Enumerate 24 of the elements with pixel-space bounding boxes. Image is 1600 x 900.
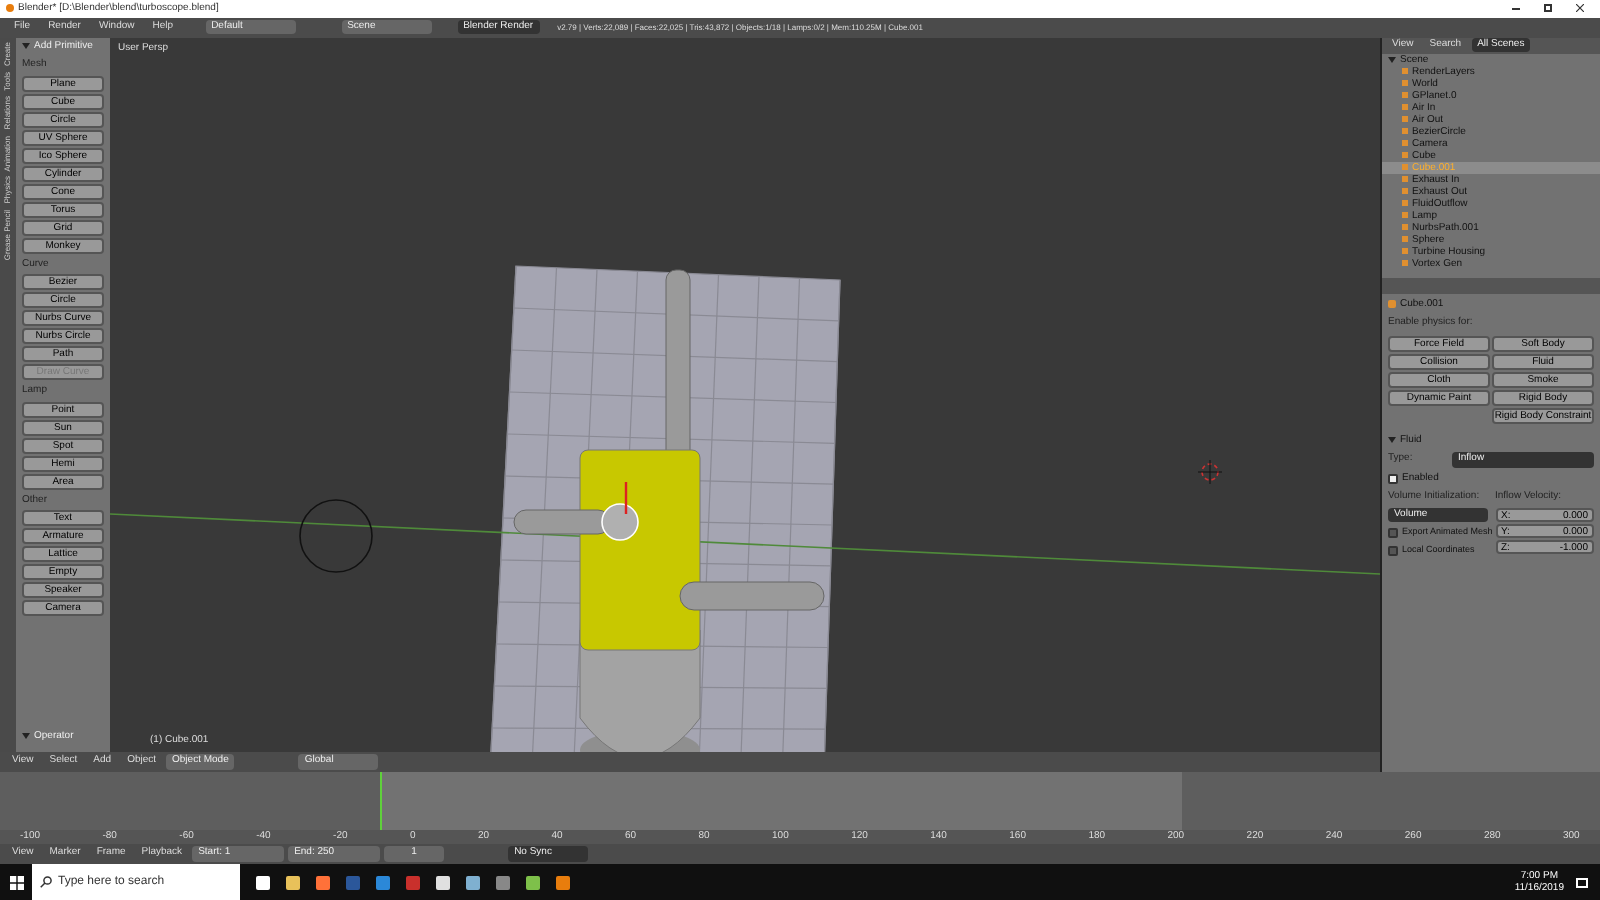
collapse-arrow-icon[interactable] xyxy=(22,732,30,741)
maximize-icon[interactable] xyxy=(1544,4,1552,13)
taskbar-app-icon[interactable] xyxy=(556,875,570,890)
app-icon xyxy=(6,4,14,13)
notification-icon[interactable] xyxy=(1576,877,1588,888)
collapse-arrow-icon[interactable] xyxy=(1388,436,1396,445)
minimize-icon[interactable] xyxy=(1512,7,1520,10)
taskbar-app-icon[interactable] xyxy=(256,875,270,890)
taskbar-app-icon[interactable] xyxy=(466,875,480,890)
current-frame-line xyxy=(380,772,382,831)
checkbox[interactable] xyxy=(1388,527,1398,538)
collapse-arrow-icon[interactable] xyxy=(22,42,30,51)
taskbar-app-icon[interactable] xyxy=(316,875,330,890)
taskbar-app-icon[interactable] xyxy=(286,875,300,890)
object-icon xyxy=(1388,300,1396,309)
3d-cursor-icon xyxy=(1197,458,1223,484)
checkbox[interactable] xyxy=(1388,473,1398,484)
close-icon[interactable] xyxy=(1576,4,1584,13)
taskbar-app-icon[interactable] xyxy=(526,875,540,890)
lamp-circle xyxy=(299,498,373,572)
collapse-arrow-icon[interactable] xyxy=(1388,55,1396,64)
search-icon xyxy=(40,876,52,889)
taskbar-app-icon[interactable] xyxy=(436,875,450,890)
checkbox[interactable] xyxy=(1388,545,1398,556)
